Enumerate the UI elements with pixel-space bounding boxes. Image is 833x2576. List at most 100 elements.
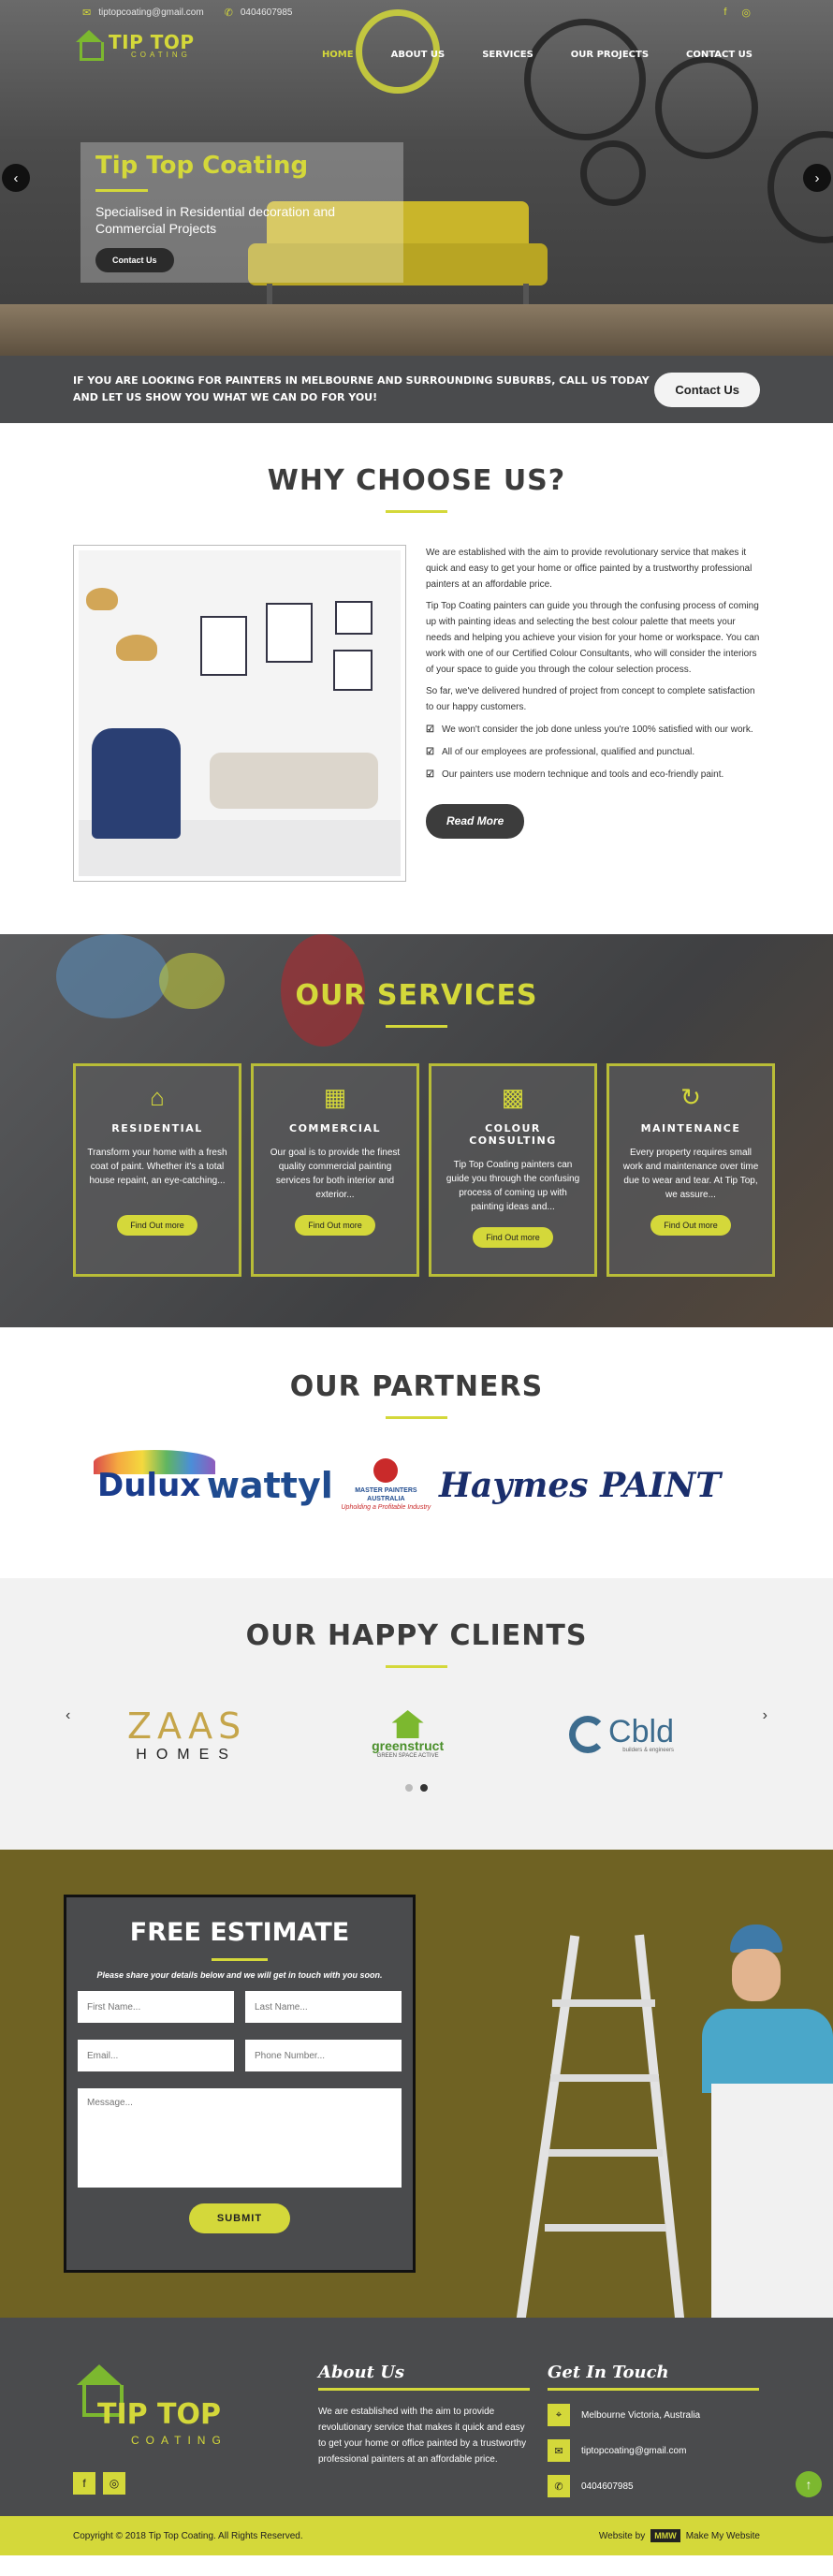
footer-email[interactable]: ✉ tiptopcoating@gmail.com: [548, 2439, 759, 2462]
footer-logo[interactable]: TIP TOP COATING: [71, 2364, 221, 2447]
pendant-lamp: [86, 588, 118, 610]
wall-frame: [333, 650, 373, 691]
cta-strip: IF YOU ARE LOOKING FOR PAINTERS IN MELBO…: [0, 356, 833, 423]
hero-slider: ✉ tiptopcoating@gmail.com ✆ 0404607985 f…: [0, 0, 833, 356]
list-item: ☑ We won't consider the job done unless y…: [426, 722, 763, 738]
greenstruct-logo[interactable]: greenstruct GREEN SPACE ACTIVE: [372, 1710, 444, 1759]
clients-title: OUR HAPPY CLIENTS: [245, 1619, 588, 1652]
home-icon: ⌂: [150, 1083, 165, 1111]
service-title: COMMERCIAL: [289, 1122, 381, 1134]
logo-text-top: TIP TOP: [109, 31, 195, 53]
find-out-more-button[interactable]: Find Out more: [117, 1215, 197, 1236]
why-paragraph: So far, we've delivered hundred of proje…: [426, 686, 755, 712]
topbar-email-text: tiptopcoating@gmail.com: [98, 7, 204, 18]
hero-title: Tip Top Coating: [95, 152, 309, 180]
footer-contact: Get In Touch ⌖ Melbourne Victoria, Austra…: [548, 2363, 759, 2510]
wall-swirl: [524, 19, 646, 140]
hero-contact-button[interactable]: Contact Us: [95, 248, 174, 272]
mpa-badge-icon: [373, 1458, 399, 1483]
wattyl-logo[interactable]: wattyl: [207, 1465, 333, 1506]
find-out-more-button[interactable]: Find Out more: [295, 1215, 375, 1236]
haymes-logo[interactable]: Haymes PAINT: [439, 1469, 721, 1502]
living-room-image: [73, 545, 406, 882]
website-credit[interactable]: Website by MMW Make My Website: [599, 2529, 760, 2542]
dulux-logo[interactable]: Dulux: [94, 1449, 215, 1504]
partners-title: OUR PARTNERS: [289, 1370, 544, 1403]
footer-address: ⌖ Melbourne Victoria, Australia: [548, 2404, 759, 2426]
cta-contact-button[interactable]: Contact Us: [654, 372, 760, 407]
title-underline: [386, 1665, 447, 1668]
zaas-homes-logo[interactable]: ZAAS HOMES: [127, 1705, 246, 1764]
carousel-dot[interactable]: [405, 1784, 413, 1792]
last-name-input[interactable]: [245, 1991, 402, 2023]
carousel-dot-active[interactable]: [420, 1784, 428, 1792]
copyright-text: Copyright © 2018 Tip Top Coating. All Ri…: [73, 2530, 303, 2541]
topbar-phone-text: 0404607985: [240, 7, 293, 18]
service-text: Tip Top Coating painters can guide you t…: [446, 1160, 580, 1212]
services-title: OUR SERVICES: [295, 979, 538, 1012]
find-out-more-button[interactable]: Find Out more: [473, 1227, 553, 1248]
footer-contact-title: Get In Touch: [548, 2363, 669, 2382]
arrow-up-icon: ↑: [805, 2477, 812, 2492]
submit-button[interactable]: SUBMIT: [188, 2203, 291, 2233]
slider-prev-button[interactable]: ‹: [2, 164, 30, 192]
footer: TIP TOP COATING f ◎ About Us We are esta…: [0, 2318, 833, 2516]
hero-floor: [0, 304, 833, 356]
services-section: OUR SERVICES ⌂ RESIDENTIAL Transform you…: [0, 934, 833, 1327]
instagram-icon[interactable]: ◎: [103, 2472, 125, 2495]
title-underline: [386, 510, 447, 513]
facebook-icon[interactable]: f: [73, 2472, 95, 2495]
cbld-logo[interactable]: Cbld builders & engineers: [569, 1716, 674, 1753]
ladder-image: [515, 1934, 685, 2318]
hero-subtitle: Specialised in Residential decoration an…: [95, 204, 336, 236]
title-underline: [318, 2388, 530, 2391]
site-logo[interactable]: TIP TOP COATING: [73, 30, 195, 62]
nav-services[interactable]: SERVICES: [482, 50, 533, 60]
slider-next-button[interactable]: ›: [803, 164, 831, 192]
title-underline: [95, 189, 148, 192]
title-underline: [386, 1416, 447, 1419]
why-choose-us-section: WHY CHOOSE US? We are established with t…: [0, 423, 833, 934]
service-text: Transform your home with a fresh coat of…: [87, 1148, 227, 1186]
topbar-phone[interactable]: ✆ 0404607985: [225, 7, 293, 19]
envelope-icon: ✉: [82, 7, 92, 19]
service-title: MAINTENANCE: [640, 1122, 741, 1134]
find-out-more-button[interactable]: Find Out more: [650, 1215, 731, 1236]
footer-about: About Us We are established with the aim…: [318, 2363, 530, 2467]
phone-icon: ✆: [548, 2475, 570, 2497]
mmw-logo: MMW: [650, 2529, 680, 2542]
clients-prev-button[interactable]: ‹: [66, 1707, 70, 1724]
message-textarea[interactable]: [78, 2088, 402, 2188]
wall-swirl: [580, 140, 646, 206]
clients-next-button[interactable]: ›: [763, 1707, 767, 1724]
nav-home[interactable]: HOME: [322, 50, 354, 60]
topbar-email[interactable]: ✉ tiptopcoating@gmail.com: [82, 7, 204, 19]
service-card-colour-consulting: ▩ COLOUR CONSULTING Tip Top Coating pain…: [429, 1063, 597, 1277]
nav-contact-us[interactable]: CONTACT US: [686, 50, 753, 60]
estimate-title: FREE ESTIMATE: [129, 1918, 350, 1947]
instagram-icon[interactable]: ◎: [741, 7, 751, 19]
wall-frame: [335, 601, 373, 635]
facebook-icon[interactable]: f: [723, 7, 726, 19]
nav-about-us[interactable]: ABOUT US: [391, 50, 446, 60]
first-name-input[interactable]: [78, 1991, 234, 2023]
list-item: ☑ Our painters use modern technique and t…: [426, 767, 763, 783]
footer-phone[interactable]: ✆ 0404607985: [548, 2475, 759, 2497]
why-text: We are established with the aim to provi…: [426, 545, 763, 839]
read-more-button[interactable]: Read More: [426, 804, 525, 839]
check-icon: ☑: [426, 747, 434, 757]
refresh-icon: ↻: [680, 1083, 701, 1111]
nav-our-projects[interactable]: OUR PROJECTS: [571, 50, 649, 60]
master-painters-logo[interactable]: MASTER PAINTERS AUSTRALIA Upholding a Pr…: [339, 1458, 432, 1512]
email-input[interactable]: [78, 2040, 234, 2071]
back-to-top-button[interactable]: ↑: [796, 2471, 822, 2497]
partners-section: OUR PARTNERS Dulux wattyl MASTER PAINTER…: [0, 1327, 833, 1578]
why-bullets: ☑ We won't consider the job done unless y…: [426, 722, 763, 783]
free-estimate-section: FREE ESTIMATE Please share your details …: [0, 1850, 833, 2318]
clients-section: OUR HAPPY CLIENTS ‹ › ZAAS HOMES greenst…: [0, 1578, 833, 1850]
phone-input[interactable]: [245, 2040, 402, 2071]
envelope-icon: ✉: [548, 2439, 570, 2462]
service-card-commercial: ▦ COMMERCIAL Our goal is to provide the …: [251, 1063, 419, 1277]
slide-caption: Tip Top Coating Specialised in Residenti…: [80, 142, 403, 283]
logo-text-bottom: COATING: [131, 51, 191, 59]
